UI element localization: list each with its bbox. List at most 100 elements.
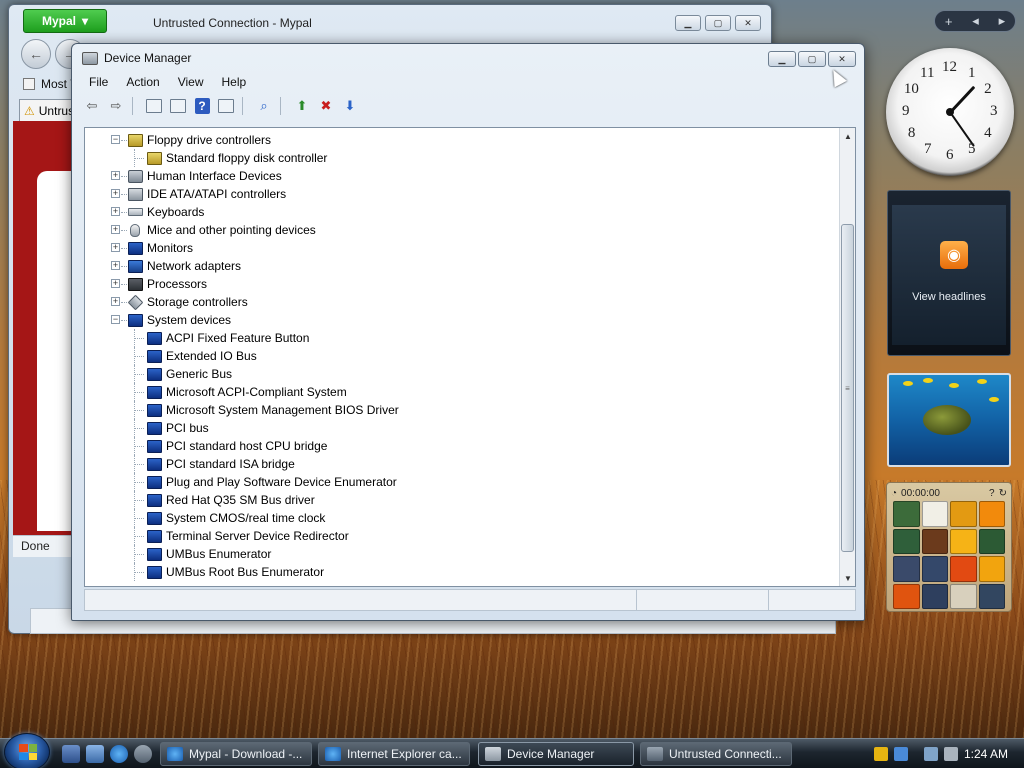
device-category-row[interactable]: − Floppy drive controllers (85, 131, 825, 149)
next-icon[interactable]: ▸ (999, 13, 1006, 29)
show-hide-console-tree-icon[interactable] (144, 96, 164, 116)
volume-muted-icon[interactable] (944, 747, 958, 761)
taskbar-button-device-manager[interactable]: Device Manager (478, 742, 634, 766)
slideshow-gadget[interactable] (887, 373, 1011, 467)
security-shield-icon[interactable] (874, 747, 888, 761)
browser-tab[interactable]: ⚠ Untrus (19, 99, 79, 121)
expand-icon[interactable]: + (111, 279, 120, 288)
collapse-icon[interactable]: − (111, 315, 120, 324)
show-desktop-icon[interactable] (62, 745, 80, 763)
maximize-button[interactable]: ▢ (705, 15, 731, 31)
puzzle-tile[interactable] (978, 501, 1005, 527)
device-category-row[interactable]: + Mice and other pointing devices (85, 221, 825, 239)
shuffle-icon[interactable]: ↻ (999, 488, 1007, 499)
expand-icon[interactable]: + (111, 207, 120, 216)
minimize-button[interactable]: ▁ (675, 15, 701, 31)
device-tree[interactable]: − Floppy drive controllers Standard floppy… (84, 127, 856, 587)
taskbar-button-untrusted-connection[interactable]: Untrusted Connecti... (640, 742, 792, 766)
device-category-row[interactable]: + Human Interface Devices (85, 167, 825, 185)
device-row[interactable]: System CMOS/real time clock (85, 509, 825, 527)
expand-icon[interactable]: + (111, 189, 120, 198)
scroll-up-icon[interactable]: ▲ (840, 128, 855, 144)
device-category-row[interactable]: + Processors (85, 275, 825, 293)
taskbar-button-internet-explorer[interactable]: Internet Explorer ca... (318, 742, 470, 766)
help-icon[interactable]: ? (989, 488, 995, 499)
forward-arrow-icon[interactable]: ⇨ (106, 96, 126, 116)
device-row[interactable]: Terminal Server Device Redirector (85, 527, 825, 545)
start-button[interactable] (4, 733, 50, 768)
close-button[interactable]: ✕ (828, 51, 856, 67)
feed-headlines-gadget[interactable]: ◉ View headlines (887, 190, 1011, 356)
puzzle-tile[interactable] (921, 528, 948, 554)
device-row[interactable]: Microsoft System Management BIOS Driver (85, 401, 825, 419)
device-category-row[interactable]: − System devices (85, 311, 825, 329)
device-row[interactable]: Microsoft ACPI-Compliant System (85, 383, 825, 401)
scrollbar-thumb[interactable]: ≡ (841, 224, 854, 552)
taskbar-clock[interactable]: 1:24 AM (964, 747, 1008, 761)
expand-icon[interactable]: + (111, 171, 120, 180)
puzzle-tile[interactable] (950, 556, 977, 582)
puzzle-tile[interactable] (893, 501, 920, 527)
device-category-row[interactable]: + Keyboards (85, 203, 825, 221)
network-icon[interactable] (924, 747, 938, 761)
device-row[interactable]: Standard floppy disk controller (85, 149, 825, 167)
uninstall-icon[interactable]: ✖ (316, 96, 336, 116)
device-category-row[interactable]: + Monitors (85, 239, 825, 257)
device-row[interactable]: UMBus Enumerator (85, 545, 825, 563)
back-button[interactable]: ← (21, 39, 51, 69)
device-category-row-cropped[interactable] (85, 581, 825, 586)
maximize-button[interactable]: ▢ (798, 51, 826, 67)
device-row[interactable]: Plug and Play Software Device Enumerator (85, 473, 825, 491)
device-row[interactable]: UMBus Root Bus Enumerator (85, 563, 825, 581)
help-icon[interactable]: ? (192, 96, 212, 116)
mypal-menu-button[interactable]: Mypal ▾ (23, 9, 107, 33)
mypal-quicklaunch-icon[interactable] (134, 745, 152, 763)
device-row[interactable]: ACPI Fixed Feature Button (85, 329, 825, 347)
device-row[interactable]: Red Hat Q35 SM Bus driver (85, 491, 825, 509)
scroll-down-icon[interactable]: ▼ (840, 570, 855, 586)
clock-gadget[interactable]: 12 1 2 3 4 5 6 7 8 9 10 11 (886, 48, 1014, 176)
minimize-button[interactable]: ▁ (768, 51, 796, 67)
puzzle-tile[interactable] (978, 528, 1005, 554)
back-arrow-icon[interactable]: ⇦ (82, 96, 102, 116)
device-row[interactable]: PCI standard ISA bridge (85, 455, 825, 473)
expand-icon[interactable]: + (111, 297, 120, 306)
puzzle-tile[interactable] (950, 528, 977, 554)
update-driver-icon[interactable]: ⬆ (292, 96, 312, 116)
device-manager-window[interactable]: Device Manager ▁ ▢ ✕ File Action View He… (71, 43, 865, 621)
menu-view[interactable]: View (169, 75, 213, 89)
puzzle-tile[interactable] (950, 583, 977, 609)
menu-help[interactable]: Help (213, 75, 256, 89)
puzzle-grid[interactable] (893, 501, 1005, 609)
device-category-row[interactable]: + Storage controllers (85, 293, 825, 311)
view-headlines-label[interactable]: View headlines (892, 291, 1006, 303)
windows-defender-icon[interactable] (894, 747, 908, 761)
puzzle-tile[interactable] (950, 501, 977, 527)
disable-device-icon[interactable]: ⬇ (340, 96, 360, 116)
properties-icon[interactable] (168, 96, 188, 116)
puzzle-tile[interactable] (921, 501, 948, 527)
device-category-row[interactable]: + IDE ATA/ATAPI controllers (85, 185, 825, 203)
menu-file[interactable]: File (80, 75, 117, 89)
puzzle-tile[interactable] (978, 556, 1005, 582)
puzzle-tile[interactable] (893, 528, 920, 554)
taskbar-button-mypal-download[interactable]: Mypal - Download -... (160, 742, 312, 766)
device-row[interactable]: Generic Bus (85, 365, 825, 383)
device-category-row[interactable]: + Network adapters (85, 257, 825, 275)
switch-windows-icon[interactable] (86, 745, 104, 763)
device-row[interactable]: PCI bus (85, 419, 825, 437)
puzzle-tile[interactable] (893, 556, 920, 582)
puzzle-tile[interactable] (921, 583, 948, 609)
puzzle-tile[interactable] (893, 583, 920, 609)
expand-icon[interactable]: + (111, 243, 120, 252)
rss-icon[interactable]: ◉ (940, 241, 968, 269)
internet-explorer-icon[interactable] (110, 745, 128, 763)
puzzle-tile[interactable] (978, 583, 1005, 609)
menu-action[interactable]: Action (117, 75, 168, 89)
expand-icon[interactable]: + (111, 225, 120, 234)
action-pane-icon[interactable] (216, 96, 236, 116)
expand-icon[interactable]: + (111, 261, 120, 270)
puzzle-tile[interactable] (921, 556, 948, 582)
device-manager-titlebar[interactable]: Device Manager (72, 44, 864, 72)
add-gadget-icon[interactable]: + (945, 14, 953, 29)
